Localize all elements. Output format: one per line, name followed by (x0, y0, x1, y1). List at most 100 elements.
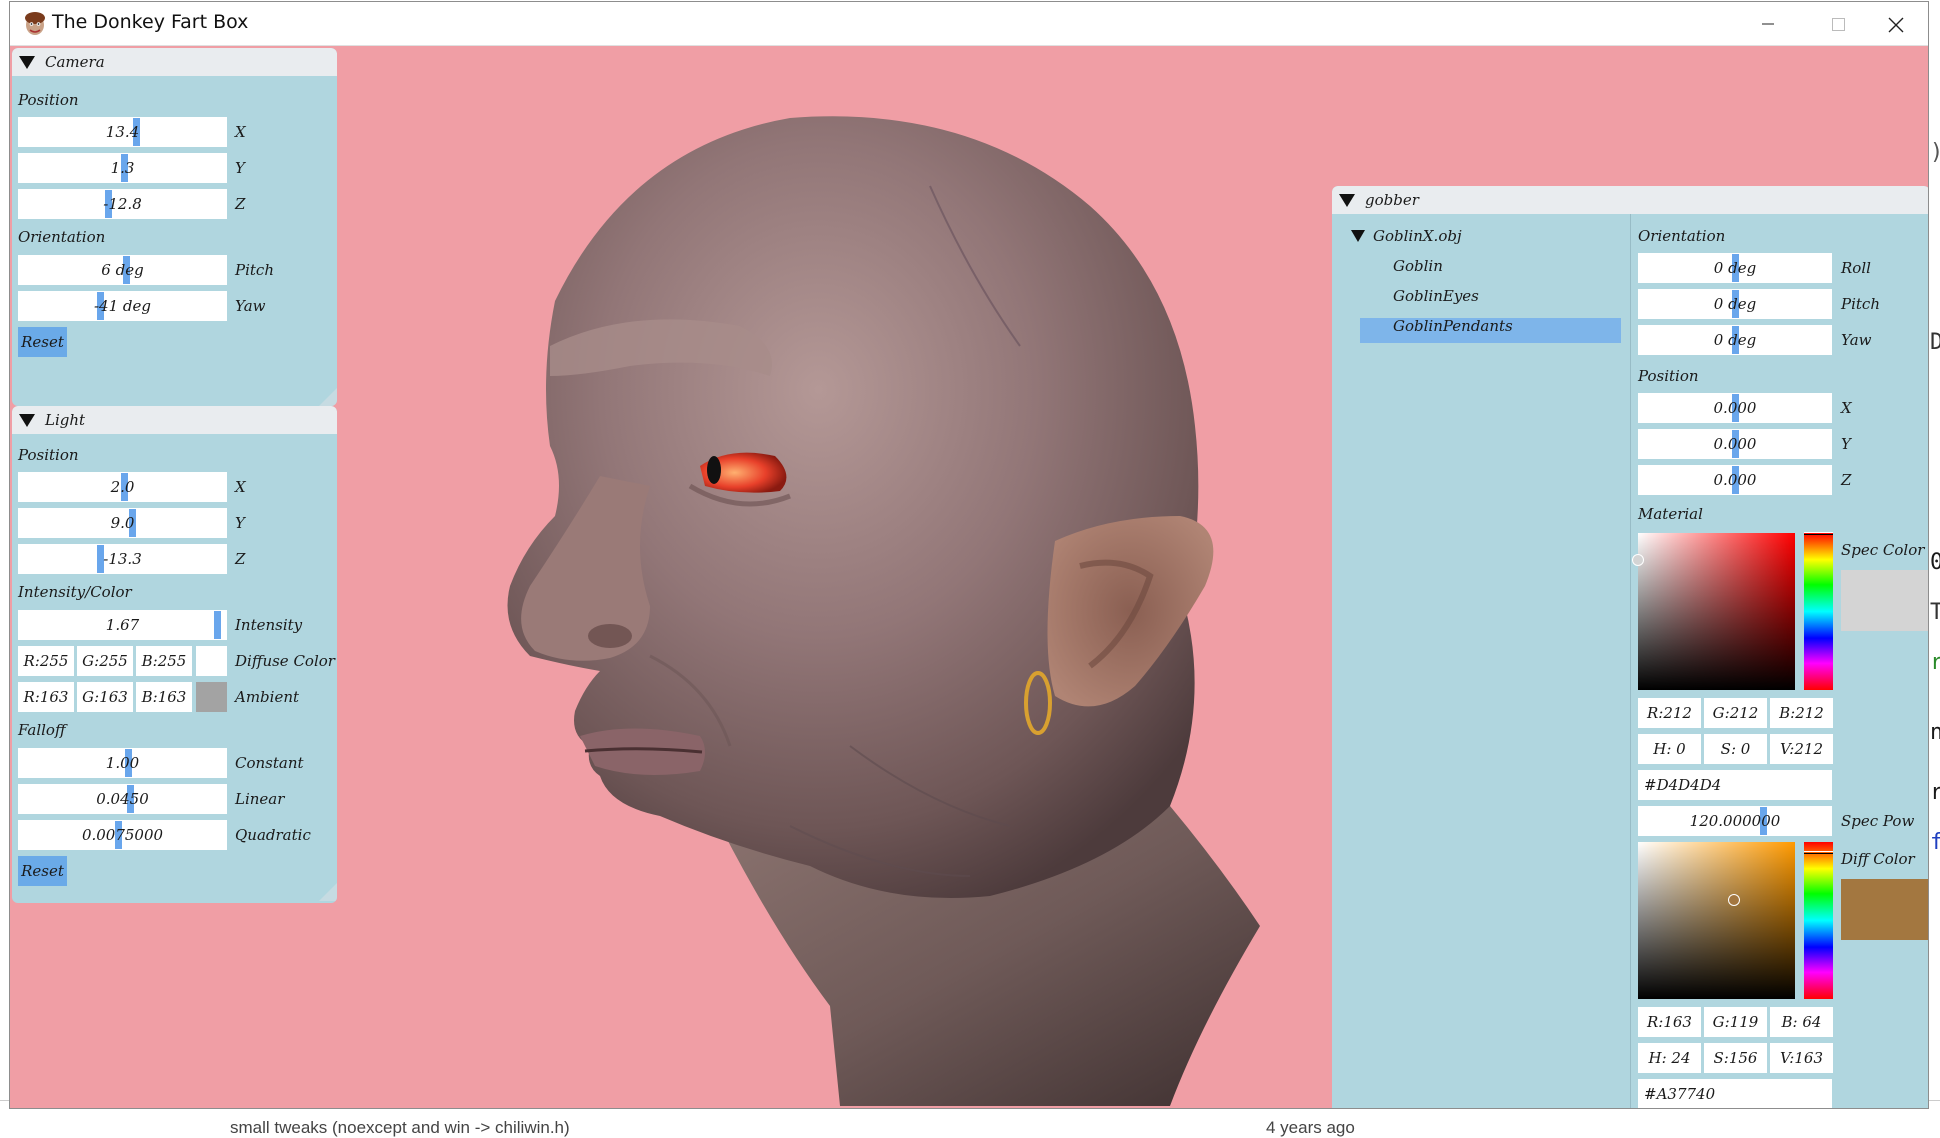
spec-color-label: Spec Color (1841, 541, 1925, 559)
gobber-yaw-slider[interactable]: 0 deg (1638, 325, 1832, 355)
light-panel-header[interactable]: Light (12, 406, 337, 434)
spec-sv-cursor[interactable] (1632, 554, 1644, 566)
ambient-b-field[interactable]: B:163 (136, 682, 192, 712)
light-panel: Light Position 2.0 X 9.0 Y -13.3 Z Inten… (12, 406, 337, 903)
diff-s-field[interactable]: S:156 (1704, 1043, 1767, 1073)
panel-divider (1630, 214, 1631, 1108)
render-viewport[interactable]: Camera Position 13.4 X 1.3 Y -12.8 Z Ori… (10, 46, 1928, 1108)
gobber-pitch-slider[interactable]: 0 deg (1638, 289, 1832, 319)
minimize-button[interactable] (1733, 2, 1803, 46)
material-label: Material (1638, 505, 1703, 523)
close-icon (1888, 17, 1904, 33)
diff-hex-field[interactable]: #A37740 (1638, 1079, 1832, 1108)
light-position-y-slider[interactable]: 9.0 (18, 508, 227, 538)
diffuse-color-label: Diffuse Color (235, 652, 335, 670)
gobber-panel-header[interactable]: gobber (1332, 186, 1928, 214)
falloff-constant-label: Constant (235, 754, 304, 772)
intensity-label: Intensity (235, 616, 303, 634)
collapse-triangle-icon (1339, 194, 1355, 207)
diff-b-field[interactable]: B: 64 (1770, 1007, 1833, 1037)
ambient-r-field[interactable]: R:163 (18, 682, 74, 712)
ambient-color-swatch[interactable] (196, 682, 227, 712)
camera-position-z-slider[interactable]: -12.8 (18, 189, 227, 219)
gobber-panel-title: gobber (1365, 191, 1419, 209)
close-button[interactable] (1860, 2, 1928, 46)
gobber-roll-slider[interactable]: 0 deg (1638, 253, 1832, 283)
diff-color-sv-square[interactable] (1638, 842, 1795, 999)
ambient-g-field[interactable]: G:163 (77, 682, 133, 712)
camera-panel-header[interactable]: Camera (12, 48, 337, 76)
tree-node-root[interactable]: GoblinX.obj (1373, 227, 1462, 245)
slider-grab[interactable] (214, 611, 221, 639)
diff-g-field[interactable]: G:119 (1704, 1007, 1767, 1037)
background-app-edge: ) D 0 T r n r f (1929, 0, 1940, 1100)
falloff-quadratic-slider[interactable]: 0.0075000 (18, 820, 227, 850)
diff-hue-bar[interactable] (1804, 842, 1833, 999)
axis-label: Yaw (1841, 331, 1872, 349)
background-commit-message: small tweaks (noexcept and win -> chiliw… (230, 1118, 570, 1137)
diff-h-field[interactable]: H: 24 (1638, 1043, 1701, 1073)
spec-hue-bar[interactable] (1804, 532, 1833, 690)
collapse-triangle-icon (19, 414, 35, 427)
background-commit-age: 4 years ago (1266, 1118, 1355, 1137)
spec-pow-label: Spec Pow (1841, 812, 1915, 830)
spec-s-field[interactable]: S: 0 (1704, 734, 1767, 764)
spec-h-field[interactable]: H: 0 (1638, 734, 1701, 764)
hue-cursor[interactable] (1804, 851, 1833, 854)
spec-color-swatch[interactable] (1841, 570, 1928, 631)
diff-r-field[interactable]: R:163 (1638, 1007, 1701, 1037)
tree-expand-triangle-icon[interactable] (1351, 230, 1365, 242)
falloff-quadratic-label: Quadratic (235, 826, 311, 844)
donkey-app-icon (25, 12, 45, 35)
camera-reset-button[interactable]: Reset (18, 327, 67, 357)
tree-node-goblinpendants[interactable]: GoblinPendants (1393, 317, 1513, 335)
spec-hex-field[interactable]: #D4D4D4 (1638, 770, 1832, 800)
diffuse-b-field[interactable]: B:255 (136, 646, 192, 676)
diff-v-field[interactable]: V:163 (1770, 1043, 1833, 1073)
falloff-label: Falloff (18, 721, 66, 739)
diffuse-r-field[interactable]: R:255 (18, 646, 74, 676)
gobber-orientation-label: Orientation (1638, 227, 1726, 245)
ambient-label: Ambient (235, 688, 300, 706)
collapse-triangle-icon (19, 56, 35, 69)
camera-position-x-slider[interactable]: 13.4 (18, 117, 227, 147)
diffuse-color-swatch[interactable] (196, 646, 227, 676)
camera-panel-title: Camera (45, 53, 105, 71)
spec-color-sv-square[interactable] (1632, 533, 1795, 690)
light-position-z-slider[interactable]: -13.3 (18, 544, 227, 574)
diffuse-g-field[interactable]: G:255 (77, 646, 133, 676)
tree-node-goblineyes[interactable]: GoblinEyes (1393, 287, 1479, 305)
gobber-position-y-slider[interactable]: 0.000 (1638, 429, 1832, 459)
diff-color-label: Diff Color (1841, 850, 1915, 868)
camera-panel: Camera Position 13.4 X 1.3 Y -12.8 Z Ori… (12, 48, 337, 406)
axis-label: Z (1841, 471, 1852, 489)
light-reset-button[interactable]: Reset (18, 856, 67, 886)
camera-pitch-slider[interactable]: 6 deg (18, 255, 227, 285)
app-window: The Donkey Fart Box Camera Position 13.4… (9, 1, 1929, 1109)
gobber-position-z-slider[interactable]: 0.000 (1638, 465, 1832, 495)
falloff-linear-label: Linear (235, 790, 285, 808)
diff-color-swatch[interactable] (1841, 879, 1928, 940)
spec-g-field[interactable]: G:212 (1704, 698, 1767, 728)
spec-r-field[interactable]: R:212 (1638, 698, 1701, 728)
camera-orientation-label: Orientation (18, 228, 106, 246)
falloff-linear-slider[interactable]: 0.0450 (18, 784, 227, 814)
tree-node-goblin[interactable]: Goblin (1393, 257, 1443, 275)
light-intensity-slider[interactable]: 1.67 (18, 610, 227, 640)
camera-yaw-slider[interactable]: -41 deg (18, 291, 227, 321)
spec-v-field[interactable]: V:212 (1770, 734, 1833, 764)
title-bar: The Donkey Fart Box (10, 2, 1928, 46)
light-position-x-slider[interactable]: 2.0 (18, 472, 227, 502)
axis-label: Pitch (1841, 295, 1880, 313)
spec-b-field[interactable]: B:212 (1770, 698, 1833, 728)
falloff-constant-slider[interactable]: 1.00 (18, 748, 227, 778)
gobber-position-x-slider[interactable]: 0.000 (1638, 393, 1832, 423)
resize-grip-icon[interactable] (319, 388, 337, 406)
diff-sv-cursor[interactable] (1728, 894, 1740, 906)
spec-pow-slider[interactable]: 120.000000 (1638, 806, 1832, 836)
resize-grip-icon[interactable] (319, 883, 337, 901)
axis-label: Z (235, 195, 246, 213)
camera-position-label: Position (18, 91, 79, 109)
camera-position-y-slider[interactable]: 1.3 (18, 153, 227, 183)
hue-cursor[interactable] (1804, 532, 1833, 535)
